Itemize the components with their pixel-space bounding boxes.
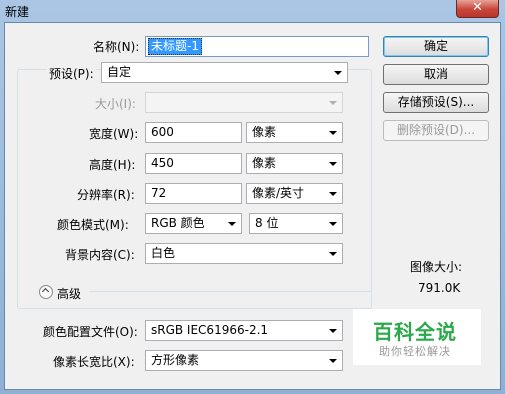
height-input[interactable]: 450	[145, 153, 242, 174]
size-label: 大小(I):	[95, 97, 136, 111]
save-preset-button[interactable]: 存储预设(S)...	[383, 92, 489, 113]
resolution-input[interactable]: 72	[145, 183, 242, 204]
advanced-divider	[89, 291, 372, 292]
color-mode-value: RGB 颜色	[151, 216, 205, 230]
resolution-label: 分辨率(R):	[77, 188, 135, 202]
pixel-aspect-dropdown[interactable]: 方形像素	[145, 350, 343, 371]
name-value: 未标题-1	[148, 38, 202, 55]
color-mode-label: 颜色模式(M):	[57, 218, 129, 232]
pixel-aspect-label: 像素长宽比(X):	[53, 355, 135, 369]
height-unit-value: 像素	[252, 156, 277, 170]
dialog-body: 名称(N): 未标题-1 预设(P): 自定 大小(I): 宽度(W): 600…	[4, 22, 501, 390]
preset-dropdown[interactable]: 自定	[101, 62, 348, 83]
chevron-down-icon	[334, 71, 342, 75]
resolution-unit-value: 像素/英寸	[252, 186, 305, 200]
close-button[interactable]: ✕	[456, 0, 499, 18]
delete-preset-button: 删除预设(D)...	[383, 120, 489, 141]
width-label: 宽度(W):	[89, 127, 139, 141]
color-profile-label: 颜色配置文件(O):	[43, 325, 138, 339]
watermark-logo: 百科全说 助你轻松解决	[353, 309, 481, 365]
watermark-subtext: 助你轻松解决	[379, 345, 451, 358]
chevron-down-icon	[329, 252, 337, 256]
color-profile-value: sRGB IEC61966-2.1	[151, 323, 269, 337]
image-size-value: 791.0K	[418, 281, 461, 295]
size-dropdown	[145, 92, 343, 113]
close-icon: ✕	[472, 0, 483, 15]
chevron-down-icon	[329, 162, 337, 166]
chevron-down-icon	[329, 222, 337, 226]
chevron-down-icon	[329, 359, 337, 363]
image-size-label: 图像大小:	[410, 260, 463, 274]
chevron-down-icon	[329, 101, 337, 105]
collapse-advanced-icon[interactable]	[39, 285, 53, 299]
title-bar[interactable]: 新建 ✕	[0, 0, 505, 22]
preset-label: 预设(P):	[47, 65, 96, 82]
width-input[interactable]: 600	[145, 122, 242, 143]
background-dropdown[interactable]: 白色	[145, 243, 343, 264]
watermark-text: 百科全说	[373, 320, 457, 344]
preset-value: 自定	[107, 65, 132, 79]
name-label: 名称(N):	[93, 40, 140, 54]
ok-button[interactable]: 确定	[383, 36, 489, 57]
width-unit-dropdown[interactable]: 像素	[246, 122, 343, 143]
dialog-window: 新建 ✕ 名称(N): 未标题-1 预设(P): 自定 大小(I): 宽度(W)…	[0, 0, 505, 394]
height-unit-dropdown[interactable]: 像素	[246, 153, 343, 174]
bit-depth-value: 8 位	[255, 216, 279, 230]
background-value: 白色	[151, 246, 176, 260]
chevron-down-icon	[329, 192, 337, 196]
chevron-down-icon	[329, 329, 337, 333]
pixel-aspect-value: 方形像素	[151, 353, 200, 367]
window-title: 新建	[5, 5, 30, 19]
advanced-label[interactable]: 高级	[57, 285, 81, 302]
height-label: 高度(H):	[89, 158, 136, 172]
chevron-down-icon	[329, 131, 337, 135]
width-unit-value: 像素	[252, 125, 277, 139]
resolution-unit-dropdown[interactable]: 像素/英寸	[246, 183, 343, 204]
bit-depth-dropdown[interactable]: 8 位	[249, 213, 343, 234]
chevron-down-icon	[228, 222, 236, 226]
color-mode-dropdown[interactable]: RGB 颜色	[145, 213, 242, 234]
background-label: 背景内容(C):	[65, 248, 135, 262]
cancel-button[interactable]: 取消	[383, 64, 489, 85]
name-input[interactable]: 未标题-1	[145, 36, 369, 57]
color-profile-dropdown[interactable]: sRGB IEC61966-2.1	[145, 320, 343, 341]
